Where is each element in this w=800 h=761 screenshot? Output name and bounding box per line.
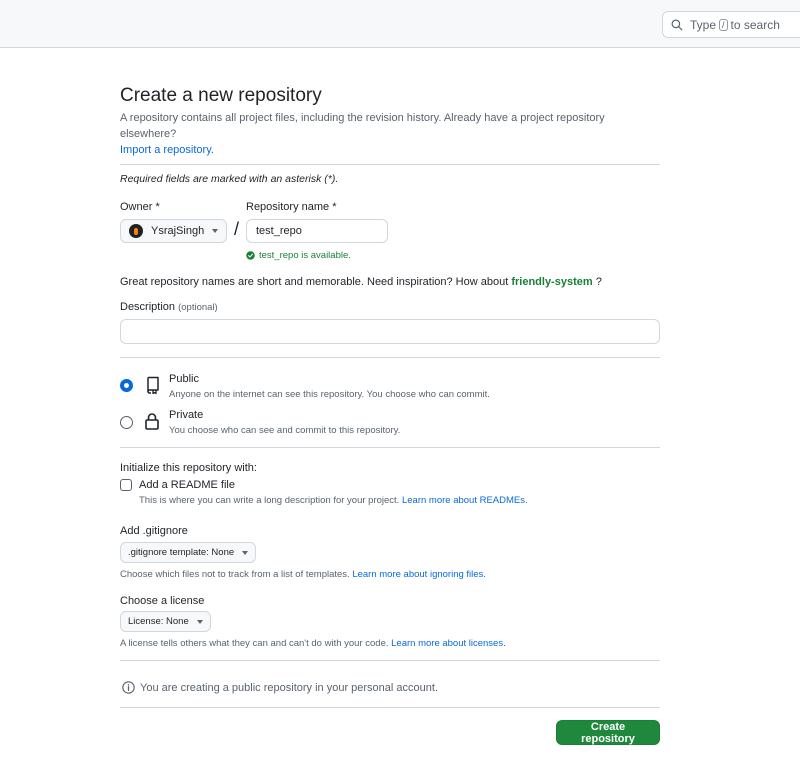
- learn-more-licenses-link[interactable]: Learn more about licenses.: [391, 638, 506, 649]
- initialize-title: Initialize this repository with:: [120, 462, 257, 474]
- subtitle-text: A repository contains all project files,…: [120, 112, 605, 140]
- gitignore-description: Choose which files not to track from a l…: [120, 569, 350, 580]
- divider: [120, 447, 660, 448]
- repo-name-input[interactable]: [246, 219, 388, 243]
- description-label-text: Description: [120, 301, 176, 313]
- divider: [120, 357, 660, 358]
- visibility-private-option[interactable]: Private You choose who can see and commi…: [120, 409, 660, 445]
- page-subtitle: A repository contains all project files,…: [120, 110, 660, 158]
- suggested-name-link[interactable]: friendly-system: [511, 276, 592, 288]
- divider: [120, 660, 660, 661]
- search-icon: [671, 19, 683, 30]
- readme-checkbox[interactable]: [120, 479, 132, 491]
- check-circle-icon: [246, 251, 255, 260]
- availability-text: test_repo is available.: [259, 250, 351, 261]
- public-radio[interactable]: [120, 379, 133, 392]
- inspiration-text: Great repository names are short and mem…: [120, 276, 509, 288]
- header-bar: Type / to search: [0, 0, 800, 48]
- owner-repo-separator: /: [233, 219, 239, 239]
- learn-more-readmes-link[interactable]: Learn more about READMEs.: [402, 495, 528, 506]
- readme-option[interactable]: Add a README file: [120, 479, 660, 491]
- search-shortcut-key: /: [719, 18, 728, 31]
- readme-description: This is where you can write a long descr…: [139, 495, 400, 506]
- owner-select-button[interactable]: YsrajSingh: [120, 219, 227, 243]
- form-actions: Create repository: [120, 708, 660, 748]
- license-description: A license tells others what they can and…: [120, 638, 389, 649]
- chevron-down-icon: [242, 550, 249, 555]
- visibility-notice: You are creating a public repository in …: [122, 681, 660, 694]
- chevron-down-icon: [212, 229, 218, 233]
- private-radio[interactable]: [120, 416, 133, 429]
- private-title: Private: [169, 409, 204, 421]
- repo-icon: [147, 376, 159, 394]
- name-inspiration: Great repository names are short and mem…: [120, 276, 660, 288]
- license-select-wrap: License: None: [120, 611, 660, 632]
- chevron-down-icon: [196, 619, 203, 624]
- visibility-notice-text: You are creating a public repository in …: [140, 681, 438, 694]
- description-label: Description (optional): [120, 301, 660, 313]
- search-input[interactable]: Type / to search: [662, 11, 800, 38]
- gitignore-title: Add .gitignore: [120, 525, 188, 537]
- public-title: Public: [169, 373, 199, 385]
- owner-value: YsrajSingh: [151, 225, 205, 237]
- create-repository-button[interactable]: Create repository: [556, 720, 660, 745]
- gitignore-template-select[interactable]: .gitignore template: None: [120, 542, 257, 563]
- gitignore-select-label: .gitignore template: None: [128, 547, 235, 558]
- learn-more-ignoring-files-link[interactable]: Learn more about ignoring files.: [352, 569, 486, 580]
- import-repository-link[interactable]: Import a repository.: [120, 144, 214, 156]
- owner-field: Owner * YsrajSingh: [120, 201, 227, 261]
- info-icon: [122, 681, 135, 694]
- license-select[interactable]: License: None: [120, 611, 211, 632]
- description-input[interactable]: [120, 319, 660, 344]
- create-repo-form: Create a new repository A repository con…: [120, 84, 660, 748]
- search-suffix: to search: [730, 17, 780, 32]
- license-title: Choose a license: [120, 595, 205, 607]
- divider: [120, 164, 660, 165]
- page-title: Create a new repository: [120, 85, 322, 106]
- lock-icon: [145, 413, 159, 430]
- public-description: Anyone on the internet can see this repo…: [169, 389, 490, 400]
- readme-help: This is where you can write a long descr…: [139, 495, 660, 506]
- license-select-label: License: None: [128, 616, 189, 627]
- owner-repo-row: Owner * YsrajSingh / Repository name * t…: [120, 201, 660, 261]
- avatar: [129, 224, 143, 238]
- private-description: You choose who can see and commit to thi…: [169, 425, 401, 436]
- readme-label: Add a README file: [139, 479, 235, 491]
- optional-hint: (optional): [178, 302, 218, 313]
- license-help: A license tells others what they can and…: [120, 638, 660, 649]
- visibility-public-option[interactable]: Public Anyone on the internet can see th…: [120, 373, 660, 409]
- owner-label: Owner *: [120, 201, 160, 213]
- gitignore-help: Choose which files not to track from a l…: [120, 569, 660, 580]
- required-fields-note: Required fields are marked with an aster…: [120, 173, 339, 185]
- search-prefix: Type: [690, 17, 717, 32]
- repo-name-label: Repository name *: [246, 201, 337, 213]
- availability-message: test_repo is available.: [246, 250, 406, 261]
- inspiration-suffix: ?: [595, 276, 602, 288]
- gitignore-select-wrap: .gitignore template: None: [120, 542, 660, 563]
- repo-name-field: Repository name * test_repo is available…: [246, 201, 406, 261]
